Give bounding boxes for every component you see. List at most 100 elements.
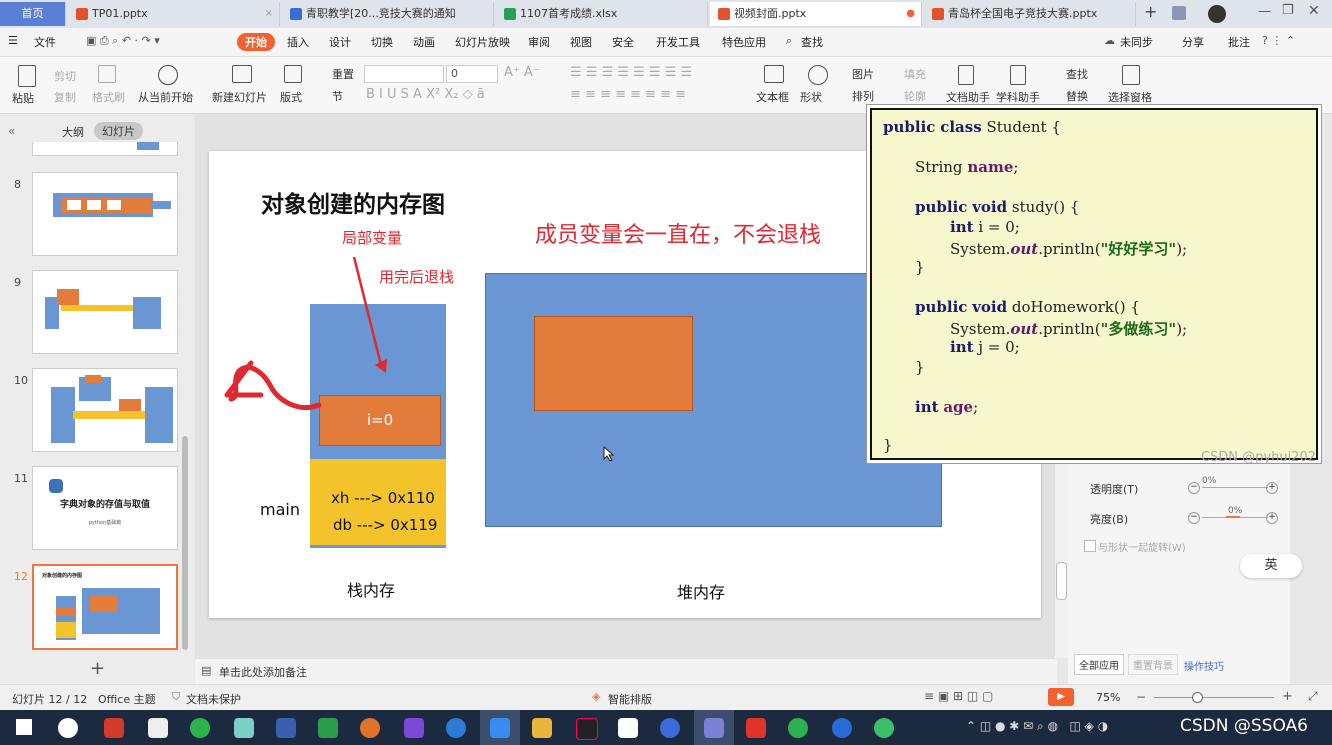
plus-icon[interactable]: + bbox=[1266, 512, 1278, 524]
tab-home[interactable]: 首页 bbox=[0, 2, 66, 26]
app-icon[interactable] bbox=[276, 718, 296, 738]
font-grow-icon[interactable]: A⁺ A⁻ bbox=[504, 65, 540, 80]
slide-thumbnail-9[interactable] bbox=[32, 270, 178, 354]
app-icon[interactable] bbox=[746, 718, 766, 738]
tab-list-icon[interactable] bbox=[1172, 6, 1186, 20]
format-painter-button[interactable]: 格式刷 bbox=[92, 89, 125, 105]
paste-icon[interactable] bbox=[18, 65, 36, 87]
app-icon[interactable] bbox=[318, 718, 338, 738]
smart-layout-button[interactable]: 智能排版 bbox=[608, 691, 652, 707]
layout-icon[interactable] bbox=[284, 65, 302, 83]
windows-start-icon[interactable] bbox=[16, 719, 32, 735]
app-icon[interactable] bbox=[576, 718, 598, 740]
format-painter-icon[interactable] bbox=[98, 65, 116, 83]
font-family-select[interactable] bbox=[364, 65, 444, 83]
wechat-icon[interactable] bbox=[788, 718, 808, 738]
code-image-overlay[interactable]: public class Student { String name; publ… bbox=[866, 104, 1322, 465]
app-icon[interactable] bbox=[404, 718, 424, 738]
replace-button[interactable]: 替换 bbox=[1066, 88, 1088, 104]
play-slideshow-icon[interactable]: ▶ bbox=[1048, 688, 1074, 706]
app-icon[interactable] bbox=[618, 718, 638, 738]
zoom-slider[interactable] bbox=[1154, 697, 1274, 698]
text-box-icon[interactable] bbox=[764, 65, 784, 83]
app-icon[interactable] bbox=[832, 718, 852, 738]
ime-indicator[interactable]: 英 bbox=[1240, 554, 1302, 578]
shape-button[interactable]: 形状 bbox=[800, 89, 822, 105]
apply-all-button[interactable]: 全部应用 bbox=[1074, 654, 1124, 675]
section-button[interactable]: 节 bbox=[332, 88, 343, 104]
fit-window-icon[interactable]: ⤢ bbox=[1308, 689, 1318, 704]
menu-insert[interactable]: 插入 bbox=[287, 34, 309, 50]
help-icon[interactable]: ? ⋮ ⌃ bbox=[1262, 34, 1295, 47]
list-icons[interactable]: ☰ ☰ ☰ ☰ ☰ ☰ ☰ ☰ bbox=[570, 65, 692, 80]
zoom-out-icon[interactable]: − bbox=[1136, 690, 1146, 704]
menu-features[interactable]: 特色应用 bbox=[722, 34, 766, 50]
close-window-icon[interactable]: ✕ bbox=[1308, 3, 1320, 19]
close-icon[interactable]: × bbox=[265, 2, 273, 26]
menu-slideshow[interactable]: 幻灯片放映 bbox=[455, 34, 510, 50]
rotate-checkbox[interactable] bbox=[1084, 540, 1096, 552]
layout-button[interactable]: 版式 bbox=[280, 89, 302, 105]
folder-icon[interactable] bbox=[532, 718, 552, 738]
comment-button[interactable]: 批注 bbox=[1228, 34, 1250, 50]
menu-icon[interactable]: ☰ bbox=[8, 34, 18, 47]
select-pane-icon[interactable] bbox=[1122, 65, 1140, 85]
protection-status[interactable]: 文档未保护 bbox=[186, 691, 241, 707]
zoom-level[interactable]: 75% bbox=[1096, 691, 1120, 704]
sync-status[interactable]: 未同步 bbox=[1120, 34, 1153, 50]
plus-icon[interactable]: + bbox=[1266, 482, 1278, 494]
app-icon[interactable] bbox=[446, 718, 466, 738]
picture-button[interactable]: 图片 bbox=[852, 66, 874, 82]
slide-thumbnail-11[interactable]: 字典对象的存值与取值 python基础篇 bbox=[32, 466, 178, 550]
app-icon[interactable] bbox=[190, 718, 210, 738]
app-icon[interactable] bbox=[874, 718, 894, 738]
from-current-button[interactable]: 从当前开始 bbox=[138, 89, 193, 105]
wps-icon[interactable] bbox=[704, 718, 724, 738]
tab-video-cover[interactable]: 视频封面.pptx ● bbox=[710, 2, 922, 26]
menu-search[interactable]: 查找 bbox=[801, 34, 823, 50]
paste-button[interactable]: 粘贴 bbox=[12, 90, 34, 106]
tab-tp01[interactable]: TP01.pptx × bbox=[68, 2, 280, 26]
quick-access-icons[interactable]: ▣ ⎙ ⌕ ↶ · ↷ ▾ bbox=[86, 34, 160, 48]
view-mode-icons[interactable]: ≡ ▣ ⊞ ◫ ▢ bbox=[924, 689, 993, 703]
arrange-button[interactable]: 排列 bbox=[852, 88, 874, 104]
subject-helper-button[interactable]: 学科助手 bbox=[996, 89, 1040, 105]
menu-developer[interactable]: 开发工具 bbox=[656, 34, 700, 50]
app-icon[interactable] bbox=[234, 718, 254, 738]
slide-thumbnail-12[interactable]: 对象创建的内存图 bbox=[32, 564, 178, 650]
outline-button[interactable]: 轮廓 bbox=[904, 88, 926, 104]
font-style-icons[interactable]: B I U S A X² X₂ ◇ ā bbox=[366, 87, 485, 102]
tab-scores[interactable]: 1107首考成绩.xlsx bbox=[496, 2, 708, 26]
reset-button[interactable]: 重置 bbox=[332, 66, 354, 82]
slide-thumbnail-8[interactable] bbox=[32, 172, 178, 256]
app-icon[interactable] bbox=[148, 718, 168, 738]
zoom-thumb[interactable] bbox=[1192, 692, 1203, 703]
font-size-select[interactable]: 0 bbox=[446, 65, 498, 83]
collapse-icon[interactable]: « bbox=[8, 124, 15, 138]
new-tab-button[interactable]: + bbox=[1144, 2, 1157, 21]
align-icons[interactable]: ≡ ≡ ≡ ≡ ≡ ≡ ≡ ≡ bbox=[570, 87, 686, 102]
reset-background-button[interactable]: 重置背景 bbox=[1128, 654, 1178, 675]
minus-icon[interactable]: − bbox=[1188, 482, 1200, 494]
menu-transition[interactable]: 切换 bbox=[371, 34, 393, 50]
new-slide-button[interactable]: 新建幻灯片 bbox=[212, 89, 267, 105]
tips-link[interactable]: 操作技巧 bbox=[1184, 658, 1224, 673]
system-tray-icons[interactable]: ⌃ ◫ ● ✱ ✉ ⌕ ◍ ◫ ◈ ◑ bbox=[966, 719, 1108, 734]
slides-tab[interactable]: 幻灯片 bbox=[94, 122, 143, 140]
copy-button[interactable]: 复制 bbox=[54, 89, 76, 105]
minus-icon[interactable]: − bbox=[1188, 512, 1200, 524]
outline-tab[interactable]: 大纲 bbox=[62, 124, 84, 140]
menu-review[interactable]: 审阅 bbox=[528, 34, 550, 50]
add-slide-button[interactable]: + bbox=[90, 658, 105, 679]
app-icon[interactable] bbox=[490, 718, 510, 738]
doc-helper-icon[interactable] bbox=[958, 65, 974, 85]
app-icon[interactable] bbox=[104, 718, 124, 738]
play-icon[interactable] bbox=[158, 65, 178, 85]
menu-view[interactable]: 视图 bbox=[570, 34, 592, 50]
doc-helper-button[interactable]: 文档助手 bbox=[946, 89, 990, 105]
new-slide-icon[interactable] bbox=[232, 65, 252, 83]
thumbnail-scrollbar[interactable] bbox=[182, 436, 188, 650]
menu-animation[interactable]: 动画 bbox=[413, 34, 435, 50]
menu-security[interactable]: 安全 bbox=[612, 34, 634, 50]
app-icon[interactable] bbox=[660, 718, 680, 738]
